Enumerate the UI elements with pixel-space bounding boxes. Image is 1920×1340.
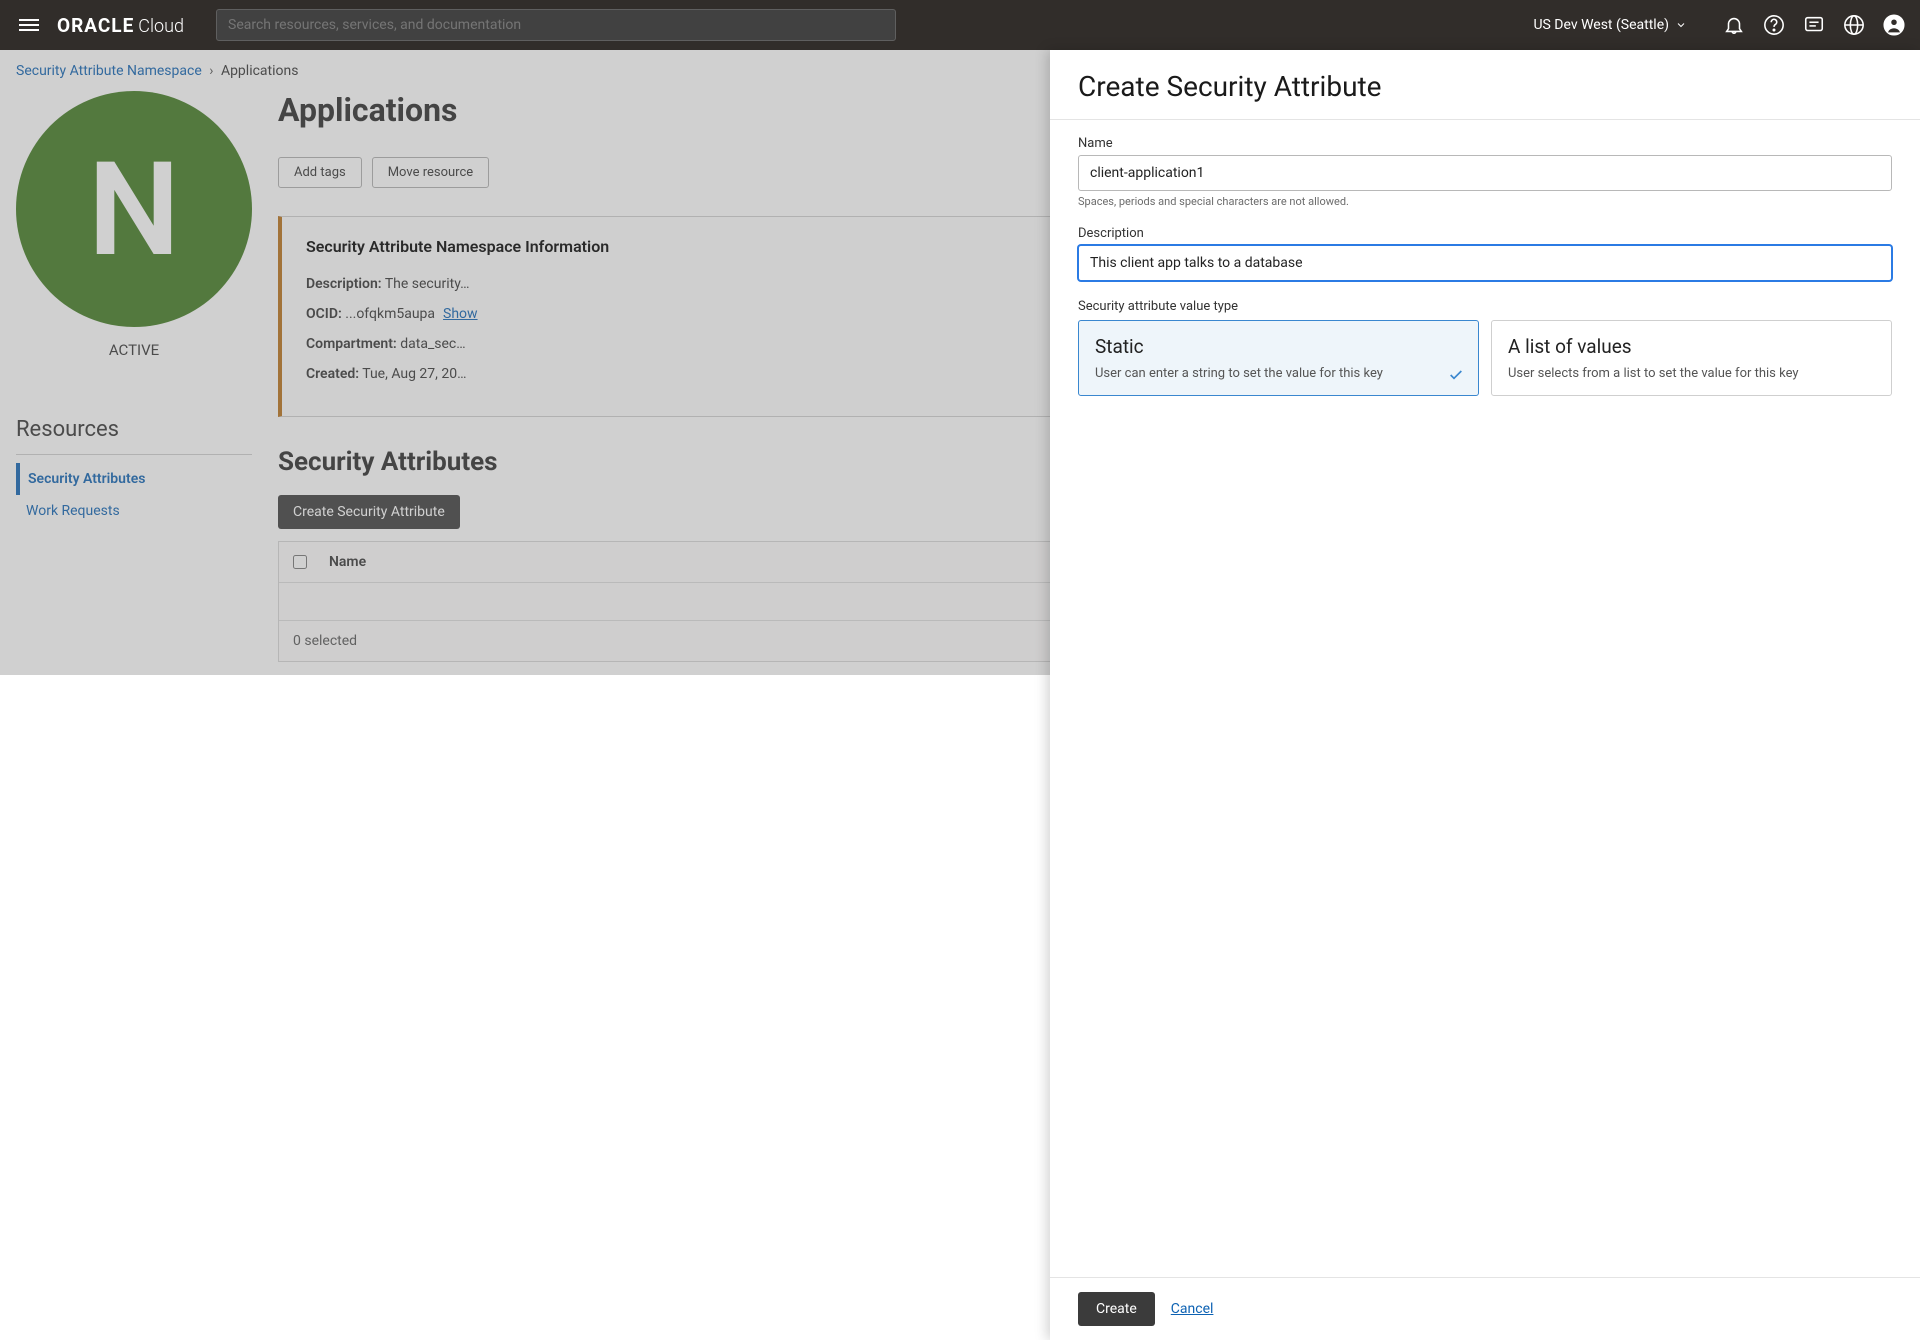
- region-selector[interactable]: US Dev West (Seattle): [1533, 17, 1687, 33]
- chat-icon[interactable]: [1803, 14, 1825, 36]
- static-desc: User can enter a string to set the value…: [1095, 366, 1462, 381]
- name-label: Name: [1078, 136, 1892, 151]
- name-help-text: Spaces, periods and special characters a…: [1078, 195, 1892, 208]
- name-input[interactable]: [1078, 155, 1892, 191]
- description-field-block: Description: [1078, 226, 1892, 281]
- value-type-label: Security attribute value type: [1078, 299, 1892, 314]
- list-title: A list of values: [1508, 335, 1875, 358]
- name-field-block: Name Spaces, periods and special charact…: [1078, 136, 1892, 208]
- create-attribute-panel: Create Security Attribute Name Spaces, p…: [1050, 50, 1920, 1340]
- region-label: US Dev West (Seattle): [1533, 17, 1669, 33]
- profile-icon[interactable]: [1883, 14, 1905, 36]
- logo-brand: ORACLE: [57, 14, 134, 37]
- globe-icon[interactable]: [1843, 14, 1865, 36]
- value-type-cards: Static User can enter a string to set th…: [1078, 320, 1892, 396]
- chevron-down-icon: [1675, 19, 1687, 31]
- oracle-logo[interactable]: ORACLE Cloud: [57, 14, 184, 37]
- value-type-static[interactable]: Static User can enter a string to set th…: [1078, 320, 1479, 396]
- list-desc: User selects from a list to set the valu…: [1508, 366, 1875, 381]
- description-input[interactable]: [1078, 245, 1892, 281]
- panel-title: Create Security Attribute: [1050, 50, 1920, 120]
- app-header: ORACLE Cloud US Dev West (Seattle): [0, 0, 1920, 50]
- check-icon: [1448, 367, 1464, 383]
- search-container: [216, 9, 896, 41]
- panel-footer: Create Cancel: [1050, 1277, 1920, 1340]
- value-type-block: Security attribute value type Static Use…: [1078, 299, 1892, 396]
- header-icons: [1723, 14, 1905, 36]
- help-icon[interactable]: [1763, 14, 1785, 36]
- logo-cloud: Cloud: [138, 16, 184, 37]
- search-input[interactable]: [216, 9, 896, 41]
- hamburger-menu-icon[interactable]: [15, 15, 43, 35]
- panel-body: Name Spaces, periods and special charact…: [1050, 120, 1920, 1277]
- create-button[interactable]: Create: [1078, 1292, 1155, 1326]
- value-type-list[interactable]: A list of values User selects from a lis…: [1491, 320, 1892, 396]
- notifications-icon[interactable]: [1723, 14, 1745, 36]
- cancel-button[interactable]: Cancel: [1171, 1301, 1214, 1317]
- description-label: Description: [1078, 226, 1892, 241]
- static-title: Static: [1095, 335, 1462, 358]
